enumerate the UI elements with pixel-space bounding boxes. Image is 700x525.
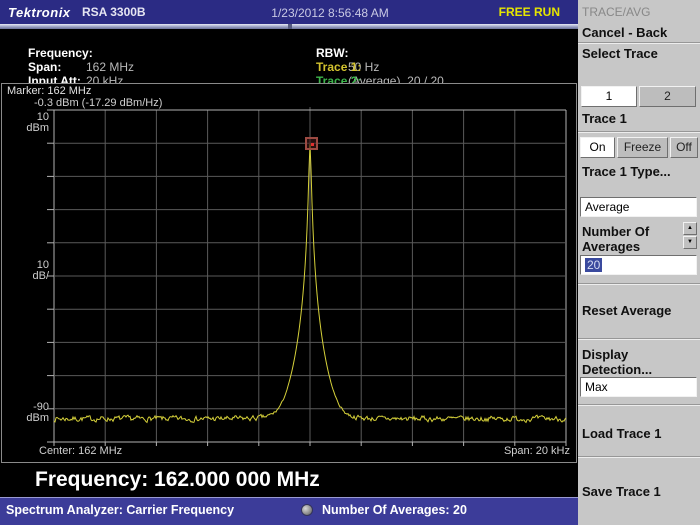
trace1-readout: Trace 1: (Average) 20 / 20	[296, 46, 361, 60]
divider	[578, 404, 700, 406]
model-label: RSA 3300B	[82, 5, 146, 19]
frequency-value: 162 MHz	[86, 60, 134, 74]
selected-value: 20	[585, 258, 602, 272]
trace-freeze-button[interactable]: Freeze	[617, 137, 668, 158]
load-trace-button[interactable]: Load Trace 1	[582, 426, 661, 441]
input-att-readout: Input Att: 30 dB	[8, 60, 81, 74]
trace-1-button[interactable]: 1	[581, 86, 637, 107]
knob-icon	[301, 504, 313, 516]
display-detection-label-2[interactable]: Detection...	[582, 362, 652, 377]
y-axis-scale-label: 10dB/	[2, 260, 49, 282]
menu-title: TRACE/AVG	[582, 5, 650, 19]
frequency-entry-value: Frequency: 162.000 000 MHz	[35, 468, 320, 492]
y-axis-top-label: 10dBm	[2, 112, 49, 134]
run-status-badge: FREE RUN	[499, 5, 560, 19]
trace-2-button[interactable]: 2	[639, 86, 696, 107]
status-mode-text: Spectrum Analyzer: Carrier Frequency	[6, 503, 234, 517]
divider	[578, 456, 700, 458]
trace-on-button[interactable]: On	[580, 137, 615, 158]
trace1-section-label: Trace 1	[582, 111, 627, 126]
divider	[578, 131, 700, 133]
spectrum-plot-region: Marker: 162 MHz -0.3 dBm (-17.29 dBm/Hz)…	[1, 83, 577, 463]
frequency-entry-display: Frequency: 162.000 000 MHz	[0, 463, 578, 497]
spectrum-plot	[47, 107, 569, 447]
cancel-back-button[interactable]: Cancel - Back	[582, 25, 667, 40]
settings-readout: Frequency: 162 MHz Span: 20 kHz Input At…	[0, 29, 578, 83]
spinner-up-button[interactable]: ▲	[683, 222, 697, 235]
num-averages-label-2: Averages	[582, 239, 640, 254]
divider	[578, 338, 700, 340]
top-bar: Tektronix RSA 3300B 1/23/2012 8:56:48 AM…	[0, 0, 578, 24]
num-averages-label-1: Number Of	[582, 224, 649, 239]
marker-dot	[311, 143, 314, 146]
display-detection-field[interactable]: Max	[580, 377, 697, 397]
averages-spinner: ▲ ▼	[683, 222, 697, 249]
span-axis-label: Span: 20 kHz	[504, 445, 570, 457]
spectrum-analyzer-screen: Tektronix RSA 3300B 1/23/2012 8:56:48 AM…	[0, 0, 700, 525]
reset-average-button[interactable]: Reset Average	[582, 303, 671, 318]
divider	[578, 283, 700, 285]
brand-logo: Tektronix	[8, 5, 71, 20]
spinner-down-button[interactable]: ▼	[683, 236, 697, 249]
side-menu-panel: TRACE/AVG Cancel - Back Select Trace 1 2…	[578, 0, 700, 525]
select-trace-label: Select Trace	[582, 46, 658, 61]
rbw-readout: RBW: 50 Hz	[296, 32, 348, 46]
save-trace-button[interactable]: Save Trace 1	[582, 484, 661, 499]
trace-off-button[interactable]: Off	[670, 137, 698, 158]
marker-indicator	[305, 137, 318, 150]
trace-type-menu-item[interactable]: Trace 1 Type...	[582, 164, 671, 179]
frequency-readout: Frequency: 162 MHz	[8, 32, 93, 46]
center-frequency-label: Center: 162 MHz	[39, 445, 122, 457]
display-detection-label-1[interactable]: Display	[582, 347, 628, 362]
trace2-readout: Trace 2: (Off)	[296, 60, 361, 74]
trace-type-field[interactable]: Average	[580, 197, 697, 217]
status-bar: Spectrum Analyzer: Carrier Frequency Num…	[0, 497, 578, 525]
num-averages-field[interactable]: 20	[580, 255, 697, 275]
span-readout: Span: 20 kHz	[8, 46, 61, 60]
divider	[578, 42, 700, 44]
datetime-display: 1/23/2012 8:56:48 AM	[220, 6, 440, 20]
y-axis-bottom-label: -90dBm	[2, 402, 49, 424]
status-averages-text: Number Of Averages: 20	[322, 503, 467, 517]
marker-readout-freq: Marker: 162 MHz	[7, 85, 91, 97]
